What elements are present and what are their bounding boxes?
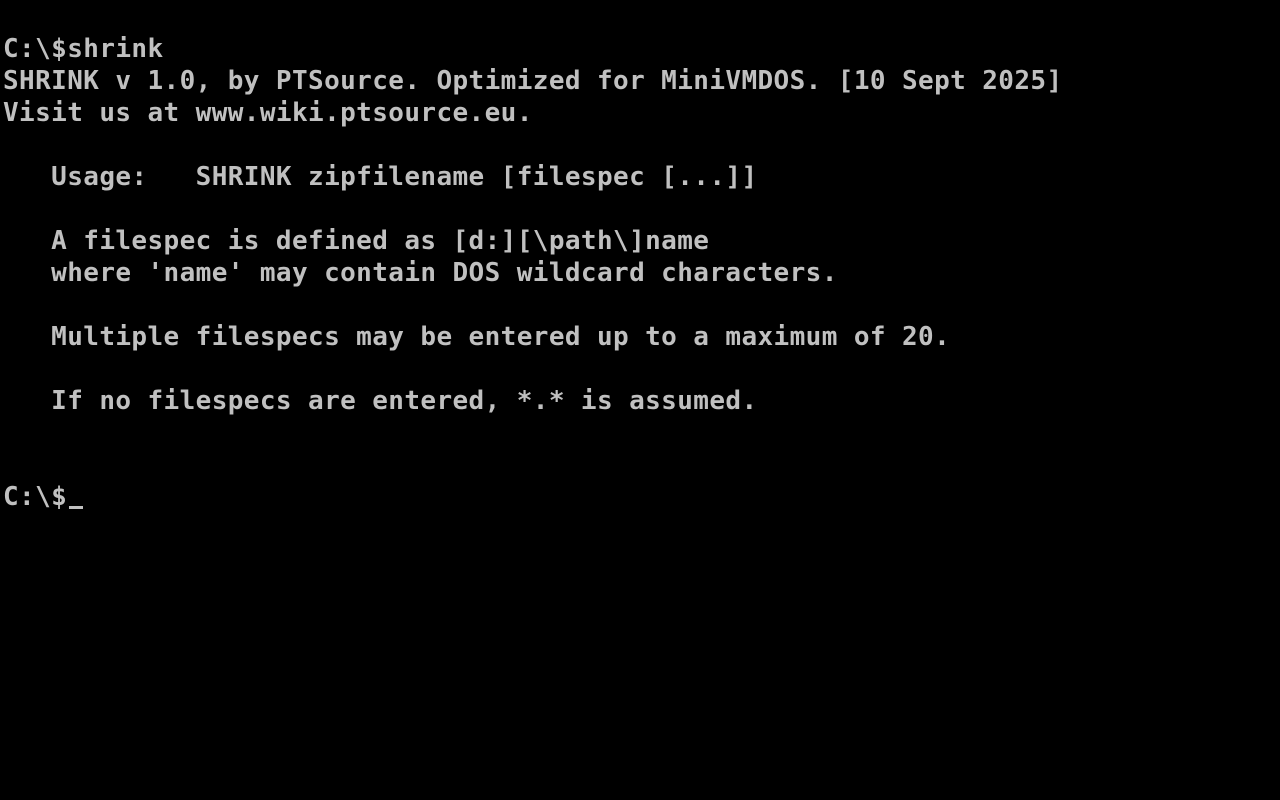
text-cursor [69, 506, 84, 509]
wildcard-note-line: where 'name' may contain DOS wildcard ch… [3, 258, 838, 288]
usage-line: Usage: SHRINK zipfilename [filespec [...… [3, 162, 758, 192]
default-filespec-line: If no filespecs are entered, *.* is assu… [3, 386, 758, 416]
website-line: Visit us at www.wiki.ptsource.eu. [3, 98, 533, 128]
program-banner: SHRINK v 1.0, by PTSource. Optimized for… [3, 66, 1063, 96]
command-line: C:\$shrink [3, 34, 164, 64]
dos-terminal-screen[interactable]: C:\$shrink SHRINK v 1.0, by PTSource. Op… [0, 0, 1280, 800]
multiple-filespecs-line: Multiple filespecs may be entered up to … [3, 322, 951, 352]
command-prompt[interactable]: C:\$ [3, 481, 84, 513]
prompt-text: C:\$ [3, 482, 68, 512]
filespec-definition-line: A filespec is defined as [d:][\path\]nam… [3, 226, 710, 256]
